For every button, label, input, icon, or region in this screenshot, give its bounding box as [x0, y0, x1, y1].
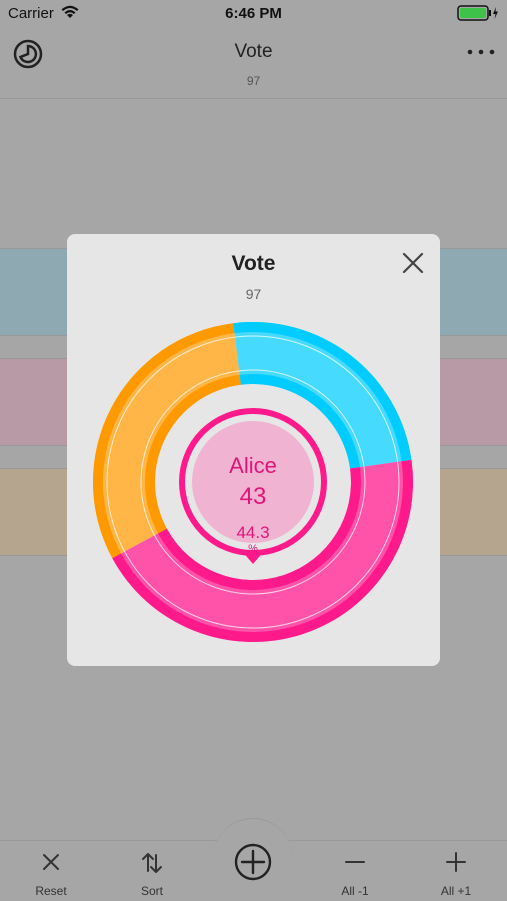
sort-button[interactable]: Sort: [112, 841, 192, 901]
nav-subtitle: 97: [246, 74, 261, 88]
add-button[interactable]: [213, 818, 293, 899]
selected-percent-sign: %: [248, 543, 258, 555]
plus-all-button[interactable]: All +1: [416, 841, 496, 901]
more-icon[interactable]: [465, 40, 497, 64]
minus-icon: [345, 861, 365, 863]
selected-value: 43: [240, 483, 267, 510]
add-circle-icon: [234, 843, 272, 881]
status-time: 6:46 PM: [225, 5, 282, 22]
minus-all-button[interactable]: All -1: [315, 841, 395, 901]
reset-x-icon: [43, 854, 59, 870]
sort-icon: [142, 853, 162, 873]
selected-name: Alice: [229, 453, 277, 478]
sort-label: Sort: [140, 884, 163, 898]
chart-modal: Vote 97 Alice 43 44.3 %: [67, 234, 440, 666]
reset-button[interactable]: Reset: [11, 841, 91, 901]
battery-icon: [457, 5, 498, 21]
reset-label: Reset: [35, 884, 67, 898]
nav-title: Vote: [234, 41, 273, 62]
plus-all-label: All +1: [440, 884, 472, 898]
selected-percent: 44.3: [236, 523, 269, 542]
status-bar: Carrier 6:46 PM: [0, 0, 507, 28]
plus-icon: [446, 852, 466, 872]
nav-bar: Vote 97: [0, 28, 507, 99]
donut-chart: Alice 43 44.3 %: [93, 322, 414, 642]
minus-all-label: All -1: [341, 884, 369, 898]
